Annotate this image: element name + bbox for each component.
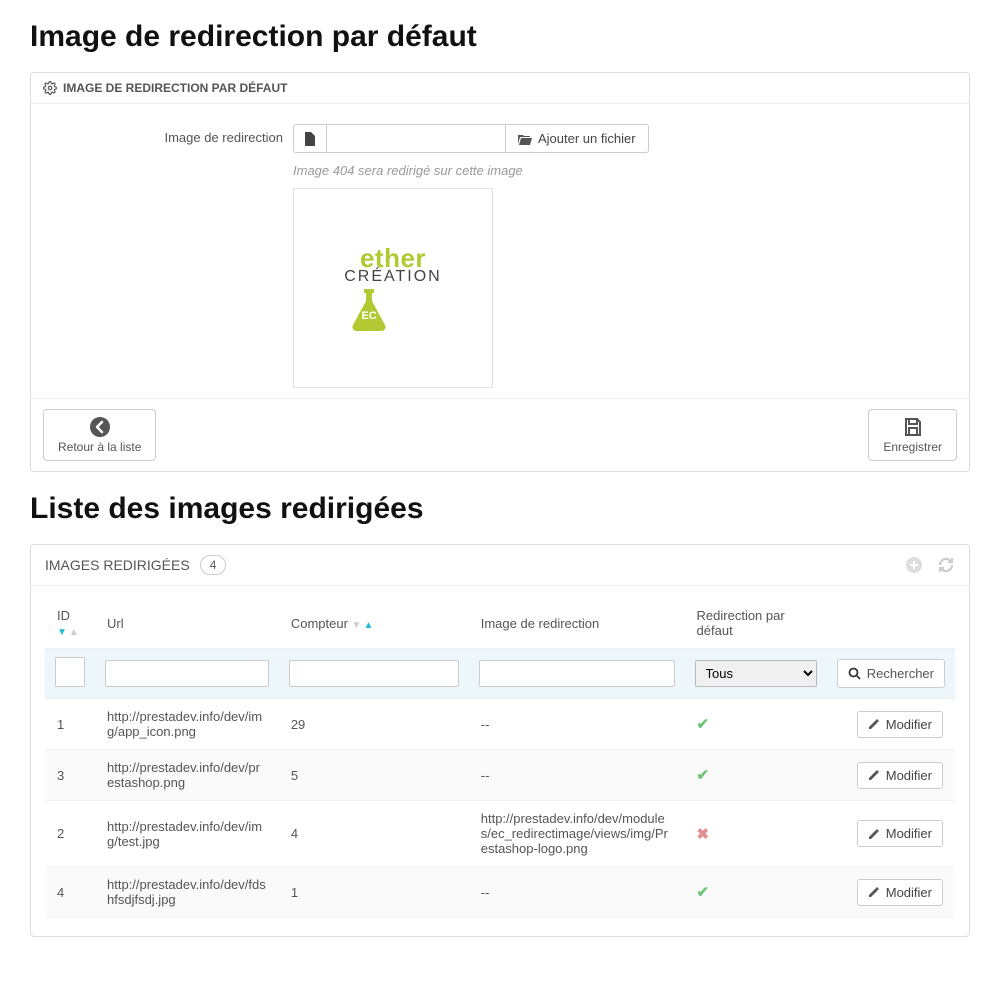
- pencil-icon: [868, 718, 880, 730]
- cell-image: --: [469, 867, 685, 918]
- x-icon: ✖: [697, 826, 710, 843]
- sort-icon: ▼▲: [57, 627, 79, 638]
- add-file-label: Ajouter un fichier: [538, 131, 636, 146]
- folder-open-icon: [518, 133, 532, 145]
- list-table: ID ▼▲ Url Compteur ▼▲ Image de redirecti…: [45, 598, 955, 918]
- filter-row: Tous Rechercher: [45, 649, 955, 699]
- th-default-label: Redirection par défaut: [697, 608, 785, 638]
- check-icon: ✔: [697, 884, 710, 901]
- cell-counter: 5: [279, 750, 469, 801]
- sort-icon: ▼▲: [352, 620, 374, 631]
- list-title: IMAGES REDIRIGÉES: [45, 557, 190, 573]
- cell-counter: 29: [279, 699, 469, 750]
- cell-image: --: [469, 699, 685, 750]
- list-panel: IMAGES REDIRIGÉES 4 ID ▼▲ Url Compteur: [30, 544, 970, 937]
- search-button[interactable]: Rechercher: [837, 659, 945, 688]
- panel-body: Image de redirection Ajouter un fichier …: [31, 104, 969, 398]
- panel-heading: IMAGE DE REDIRECTION PAR DÉFAUT: [31, 73, 969, 104]
- modify-button[interactable]: Modifier: [857, 762, 943, 789]
- th-id-label: ID: [57, 608, 70, 623]
- th-counter-label: Compteur: [291, 616, 348, 631]
- modify-button[interactable]: Modifier: [857, 879, 943, 906]
- cell-image: http://prestadev.info/dev/modules/ec_red…: [469, 801, 685, 867]
- modify-button[interactable]: Modifier: [857, 820, 943, 847]
- th-id[interactable]: ID ▼▲: [45, 598, 95, 649]
- file-icon: [293, 124, 326, 153]
- image-preview: ether CRÉATION EC: [293, 188, 493, 388]
- modify-label: Modifier: [886, 885, 932, 900]
- cell-url: http://prestadev.info/dev/prestashop.png: [95, 750, 279, 801]
- modify-button[interactable]: Modifier: [857, 711, 943, 738]
- cell-image: --: [469, 750, 685, 801]
- cell-counter: 4: [279, 801, 469, 867]
- filter-url[interactable]: [105, 660, 269, 687]
- arrow-left-circle-icon: [89, 416, 111, 438]
- check-icon: ✔: [697, 716, 710, 733]
- refresh-icon[interactable]: [937, 556, 955, 574]
- modify-label: Modifier: [886, 717, 932, 732]
- cell-default: ✔: [685, 750, 827, 801]
- modify-label: Modifier: [886, 826, 932, 841]
- check-icon: ✔: [697, 767, 710, 784]
- save-icon: [902, 416, 924, 438]
- file-input[interactable]: [326, 124, 506, 153]
- search-icon: [848, 667, 861, 680]
- file-label: Image de redirection: [51, 124, 283, 145]
- cell-id: 4: [45, 867, 95, 918]
- pencil-icon: [868, 886, 880, 898]
- default-image-panel: IMAGE DE REDIRECTION PAR DÉFAUT Image de…: [30, 72, 970, 472]
- filter-default[interactable]: Tous: [695, 660, 817, 687]
- cell-url: http://prestadev.info/dev/img/app_icon.p…: [95, 699, 279, 750]
- pencil-icon: [868, 828, 880, 840]
- list-heading: IMAGES REDIRIGÉES 4: [31, 545, 969, 586]
- section1-title: Image de redirection par défaut: [30, 20, 970, 54]
- brand-top: ether: [344, 245, 441, 271]
- select-all-checkbox[interactable]: [55, 657, 85, 687]
- th-image-label: Image de redirection: [481, 616, 600, 631]
- back-label: Retour à la liste: [58, 440, 141, 454]
- pencil-icon: [868, 769, 880, 781]
- brand-sub: CRÉATION: [344, 269, 441, 285]
- section2-title: Liste des images redirigées: [30, 492, 970, 526]
- th-default[interactable]: Redirection par défaut: [685, 598, 827, 649]
- table-row: 3http://prestadev.info/dev/prestashop.pn…: [45, 750, 955, 801]
- panel-title-text: IMAGE DE REDIRECTION PAR DÉFAUT: [63, 81, 287, 95]
- save-button[interactable]: Enregistrer: [868, 409, 957, 461]
- th-image[interactable]: Image de redirection: [469, 598, 685, 649]
- save-label: Enregistrer: [883, 440, 942, 454]
- cell-id: 1: [45, 699, 95, 750]
- table-row: 1http://prestadev.info/dev/img/app_icon.…: [45, 699, 955, 750]
- cell-id: 3: [45, 750, 95, 801]
- table-row: 2http://prestadev.info/dev/img/test.jpg4…: [45, 801, 955, 867]
- th-counter[interactable]: Compteur ▼▲: [279, 598, 469, 649]
- table-row: 4http://prestadev.info/dev/fdshfsdjfsdj.…: [45, 867, 955, 918]
- cogs-icon: [43, 81, 57, 95]
- search-label: Rechercher: [867, 666, 934, 681]
- helper-text: Image 404 sera redirigé sur cette image: [293, 163, 949, 178]
- modify-label: Modifier: [886, 768, 932, 783]
- cell-default: ✔: [685, 699, 827, 750]
- file-row: Image de redirection Ajouter un fichier: [51, 124, 949, 153]
- th-url-label: Url: [107, 616, 124, 631]
- cell-counter: 1: [279, 867, 469, 918]
- cell-url: http://prestadev.info/dev/fdshfsdjfsdj.j…: [95, 867, 279, 918]
- count-badge: 4: [200, 555, 227, 575]
- th-url[interactable]: Url: [95, 598, 279, 649]
- filter-counter[interactable]: [289, 660, 459, 687]
- back-button[interactable]: Retour à la liste: [43, 409, 156, 461]
- filter-image[interactable]: [479, 660, 675, 687]
- cell-id: 2: [45, 801, 95, 867]
- add-file-button[interactable]: Ajouter un fichier: [506, 124, 649, 153]
- svg-text:EC: EC: [362, 310, 377, 322]
- add-icon[interactable]: [905, 556, 923, 574]
- cell-default: ✖: [685, 801, 827, 867]
- panel-footer: Retour à la liste Enregistrer: [31, 398, 969, 471]
- cell-default: ✔: [685, 867, 827, 918]
- file-input-group: Ajouter un fichier: [293, 124, 649, 153]
- cell-url: http://prestadev.info/dev/img/test.jpg: [95, 801, 279, 867]
- flask-icon: EC: [344, 287, 441, 332]
